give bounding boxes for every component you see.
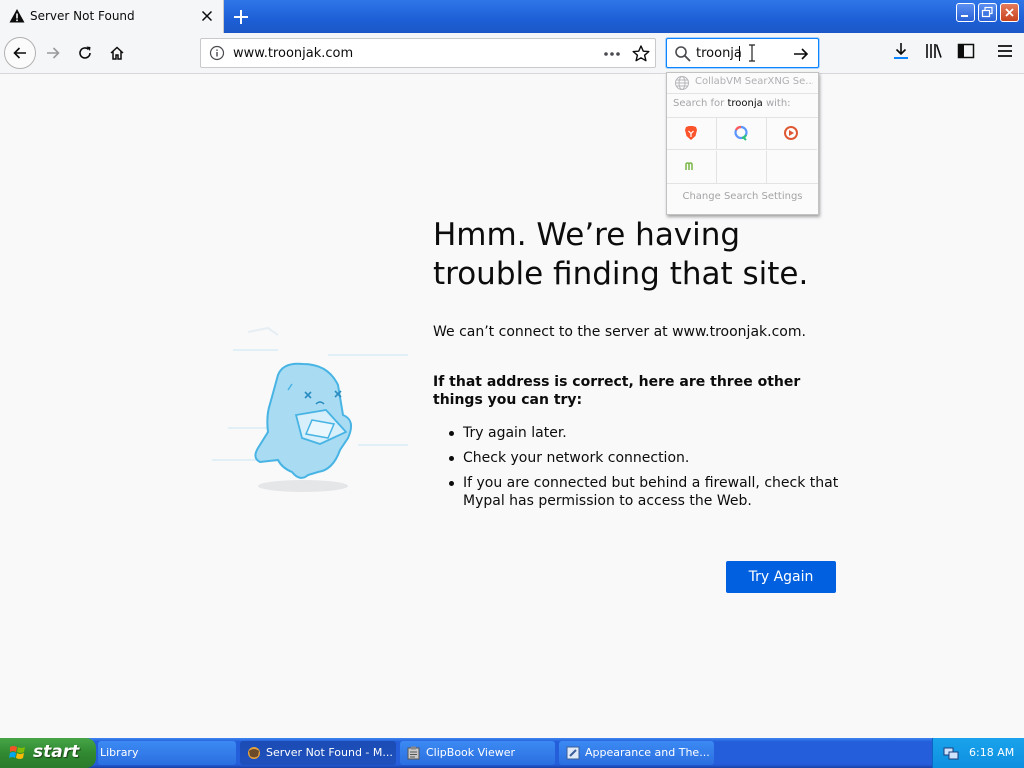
start-label: start [33,742,80,762]
back-button[interactable] [4,37,36,69]
search-engine-name: CollabVM SearXNG Se... [695,76,813,87]
navigation-toolbar: www.troonjak.com troonja [0,33,1024,74]
search-icon [675,46,691,62]
browser-icon [248,747,260,759]
close-window-icon [1005,8,1014,17]
site-info-icon[interactable] [209,45,225,61]
error-description: We can’t connect to the server at www.tr… [433,324,806,340]
reload-button[interactable] [70,38,100,68]
change-search-settings[interactable]: Change Search Settings [667,191,818,202]
reload-icon [79,46,91,59]
engine-duckduckgo[interactable] [767,118,817,150]
search-input[interactable]: troonja [696,46,742,61]
taskbar-item-label: ClipBook Viewer [426,746,516,759]
taskbar: start Library Server Not Found - M... Cl… [0,738,1024,768]
system-tray: 6:18 AM [932,738,1024,768]
tab-server-not-found[interactable]: Server Not Found [0,0,224,33]
close-window-button[interactable] [1000,3,1019,22]
try-again-button[interactable]: Try Again [726,561,836,593]
list-item: Check your network connection. [433,449,843,467]
brave-icon [685,126,697,140]
list-item: Try again later. [433,424,843,442]
control-panel-icon [566,746,580,760]
taskbar-item-label: Library [100,746,139,759]
taskbar-item-label: Appearance and The... [585,746,710,759]
back-arrow-icon [13,47,26,59]
tab-strip: Server Not Found [0,0,1024,33]
taskbar-item-server-not-found[interactable]: Server Not Found - M... [240,741,396,765]
engine-mojeek[interactable] [667,151,717,183]
divider [667,93,818,94]
forward-arrow-icon [47,47,60,59]
page-actions-icon[interactable] [601,43,623,65]
menu-icon[interactable] [995,41,1015,61]
mojeek-icon [685,162,693,170]
text-cursor-icon [749,44,755,62]
downloads-icon[interactable] [891,41,911,61]
engine-empty-slot [717,151,767,183]
current-search-engine[interactable]: CollabVM SearXNG Se... [667,73,818,93]
start-button[interactable]: start [0,738,96,768]
search-for-suffix: with: [765,98,791,109]
network-icon[interactable] [943,745,959,761]
restore-button[interactable] [978,3,997,22]
restore-icon [981,6,993,18]
url-text: www.troonjak.com [233,46,354,61]
search-bar[interactable]: troonja [666,38,819,68]
duckduckgo-icon [784,126,798,140]
list-item: If you are connected but behind a firewa… [433,474,843,510]
suggestions-heading: If that address is correct, here are thr… [433,374,801,408]
close-tab-icon[interactable] [199,8,215,24]
address-bar[interactable]: www.troonjak.com [200,38,656,68]
warning-icon [9,9,25,23]
qwant-icon [734,125,748,141]
engine-brave[interactable] [667,118,717,150]
search-for-term: troonja [727,98,763,109]
search-go-icon[interactable] [792,45,810,63]
one-off-engines-grid [667,117,818,184]
windows-logo-icon [9,746,25,759]
taskbar-item-appearance-and-themes[interactable]: Appearance and The... [559,741,714,765]
forward-button[interactable] [38,38,68,68]
taskbar-item-clipbook-viewer[interactable]: ClipBook Viewer [400,741,555,765]
text-caret [739,46,740,61]
clipbook-icon [407,746,420,760]
search-suggestions-popup: CollabVM SearXNG Se... Search for troonj… [666,72,819,215]
taskbar-item-label: Server Not Found - M... [266,746,393,759]
error-title: Hmm. We’re having trouble finding that s… [433,217,809,292]
tab-title: Server Not Found [30,9,135,23]
error-illustration [212,326,408,492]
suggestions-list: Try again later. Check your network conn… [433,424,843,517]
sidebar-icon[interactable] [956,41,976,61]
new-tab-icon[interactable] [230,6,252,28]
home-button[interactable] [102,38,132,68]
minimize-icon [961,15,968,17]
bookmark-star-icon[interactable] [631,44,651,64]
search-for-prefix: Search for [673,98,725,109]
taskbar-item-library[interactable]: Library [98,741,236,765]
minimize-button[interactable] [956,3,975,22]
library-icon[interactable] [924,41,944,61]
search-for-label: Search for troonja with: [673,98,791,109]
globe-icon [675,76,689,90]
clock[interactable]: 6:18 AM [969,746,1014,759]
engine-qwant[interactable] [717,118,767,150]
home-icon [110,46,124,60]
